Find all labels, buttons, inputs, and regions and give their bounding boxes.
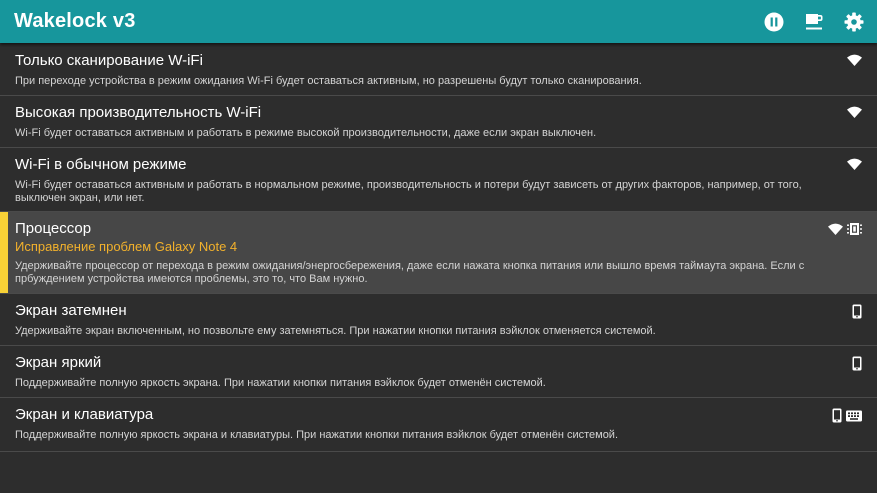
list-item[interactable]: Процессор Исправление проблем Galaxy Note…	[0, 212, 877, 294]
item-description: Поддерживайте полную яркость экрана и кл…	[15, 429, 619, 441]
item-icons	[847, 106, 862, 118]
wakelock-list: Только сканирование W-iFi При переходе ус…	[0, 44, 877, 452]
item-icons	[852, 304, 862, 319]
wifi-icon	[847, 54, 862, 66]
list-item[interactable]: Wi-Fi в обычном режиме Wi-Fi будет остава…	[0, 148, 877, 212]
wifi-icon	[847, 158, 862, 170]
item-title: Только сканирование W-iFi	[15, 52, 203, 69]
gear-icon	[844, 12, 864, 31]
item-title: Экран и клавиатура	[15, 406, 154, 423]
item-description: При переходе устройства в режим ожидания…	[15, 75, 642, 87]
item-icons	[832, 408, 862, 423]
item-icons	[828, 222, 862, 236]
item-description: Wi-Fi будет оставаться активным и работа…	[15, 127, 597, 139]
pause-icon	[764, 12, 784, 31]
toolbar-actions	[763, 11, 877, 33]
coffee-icon	[806, 13, 823, 29]
item-description: Удерживайте процессор от перехода в режи…	[15, 260, 805, 285]
item-icons	[847, 158, 862, 170]
pause-button[interactable]	[763, 11, 785, 33]
list-item[interactable]: Высокая производительность W-iFi Wi-Fi бу…	[0, 96, 877, 148]
phone-icon	[852, 356, 862, 371]
item-icons	[852, 356, 862, 371]
list-item[interactable]: Экран яркий Поддерживайте полную яркость …	[0, 346, 877, 398]
item-description: Удерживайте экран включенным, но позволь…	[15, 325, 656, 337]
phone-icon	[832, 408, 842, 423]
item-icons	[847, 54, 862, 66]
item-title: Высокая производительность W-iFi	[15, 104, 262, 121]
item-title: Экран яркий	[15, 354, 102, 371]
coffee-button[interactable]	[803, 11, 825, 33]
app-title: Wakelock v3	[14, 10, 136, 32]
list-item[interactable]: Только сканирование W-iFi При переходе ус…	[0, 44, 877, 96]
item-subtitle: Исправление проблем Galaxy Note 4	[15, 239, 238, 254]
item-title: Экран затемнен	[15, 302, 127, 319]
item-description: Wi-Fi будет оставаться активным и работа…	[15, 179, 802, 204]
phone-icon	[852, 304, 862, 319]
keyboard-icon	[846, 410, 862, 422]
item-title: Wi-Fi в обычном режиме	[15, 156, 187, 173]
wifi-icon	[847, 106, 862, 118]
app-toolbar: Wakelock v3	[0, 0, 877, 43]
settings-button[interactable]	[843, 11, 865, 33]
wifi-icon	[828, 223, 843, 235]
item-title: Процессор	[15, 220, 92, 237]
list-item[interactable]: Экран и клавиатура Поддерживайте полную я…	[0, 398, 877, 452]
item-description: Поддерживайте полную яркость экрана. При…	[15, 377, 546, 389]
list-item[interactable]: Экран затемнен Удерживайте экран включенн…	[0, 294, 877, 346]
cpu-icon	[847, 222, 862, 236]
